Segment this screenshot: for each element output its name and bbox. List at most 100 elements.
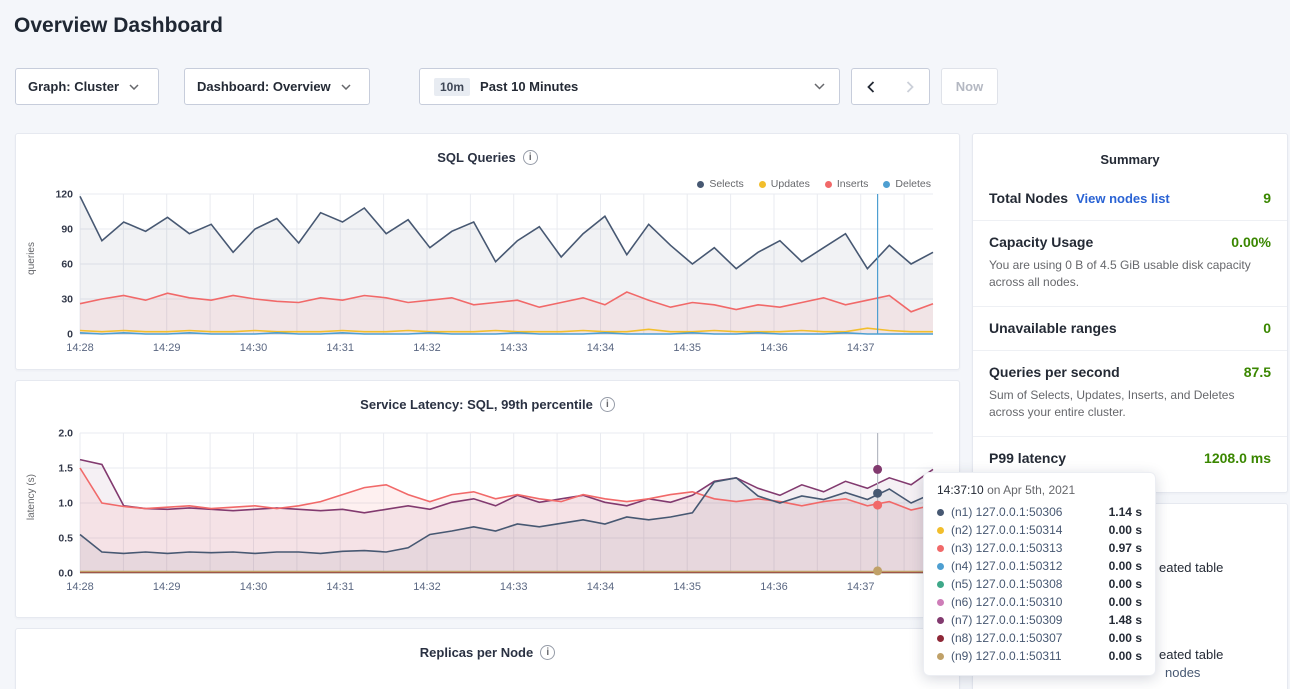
view-nodes-link[interactable]: View nodes list [1076, 191, 1170, 206]
node-latency-value: 1.48 s [1109, 613, 1142, 627]
node-latency-value: 0.97 s [1109, 541, 1142, 555]
unavailable-ranges-value: 0 [1263, 320, 1271, 336]
svg-text:14:34: 14:34 [587, 342, 615, 354]
svg-text:14:37: 14:37 [847, 342, 875, 354]
chart-hover-tooltip: 14:37:10 on Apr 5th, 2021 (n1) 127.0.0.1… [923, 472, 1156, 676]
sql-queries-chart-card: SQL Queries SelectsUpdatesInsertsDeletes… [15, 133, 960, 370]
event-item-fragment: nodes [1165, 665, 1200, 680]
capacity-usage-label: Capacity Usage [989, 234, 1093, 250]
summary-queries-per-second: Queries per second 87.5 Sum of Selects, … [973, 351, 1287, 437]
tooltip-node-row: (n1) 127.0.0.1:50306 1.14 s [937, 503, 1142, 521]
node-latency-value: 1.14 s [1109, 505, 1142, 519]
node-address: (n2) 127.0.0.1:50314 [951, 523, 1062, 537]
svg-text:14:37: 14:37 [847, 581, 875, 593]
summary-panel: Summary Total Nodes View nodes list 9 Ca… [972, 133, 1288, 493]
tooltip-date: on Apr 5th, 2021 [987, 483, 1075, 497]
qps-desc: Sum of Selects, Updates, Inserts, and De… [989, 387, 1271, 422]
graph-dropdown-label: Graph: Cluster [28, 79, 119, 94]
capacity-usage-value: 0.00% [1231, 234, 1271, 250]
info-icon[interactable] [600, 397, 615, 412]
summary-total-nodes: Total Nodes View nodes list 9 [973, 177, 1287, 221]
chevron-down-icon [341, 84, 351, 90]
chart-title: Service Latency: SQL, 99th percentile [360, 397, 593, 412]
node-address: (n4) 127.0.0.1:50312 [951, 559, 1062, 573]
p99-latency-value: 1208.0 ms [1204, 450, 1271, 466]
tooltip-node-row: (n2) 127.0.0.1:50314 0.00 s [937, 521, 1142, 539]
tooltip-rows: (n1) 127.0.0.1:50306 1.14 s (n2) 127.0.0.1… [937, 503, 1142, 665]
svg-text:90: 90 [61, 224, 73, 236]
svg-text:14:34: 14:34 [587, 581, 615, 593]
page-title: Overview Dashboard [14, 14, 223, 38]
info-icon[interactable] [523, 150, 538, 165]
node-address: (n8) 127.0.0.1:50307 [951, 631, 1062, 645]
svg-text:1.0: 1.0 [58, 498, 73, 510]
summary-title: Summary [973, 134, 1287, 177]
summary-unavailable-ranges: Unavailable ranges 0 [973, 307, 1287, 351]
svg-text:14:31: 14:31 [326, 342, 354, 354]
graph-dropdown[interactable]: Graph: Cluster [15, 68, 159, 105]
node-address: (n3) 127.0.0.1:50313 [951, 541, 1062, 555]
svg-text:14:35: 14:35 [673, 342, 701, 354]
node-address: (n1) 127.0.0.1:50306 [951, 505, 1062, 519]
svg-text:14:32: 14:32 [413, 342, 441, 354]
unavailable-ranges-label: Unavailable ranges [989, 320, 1117, 336]
overview-dashboard-page: Overview Dashboard Graph: Cluster Dashbo… [0, 0, 1290, 689]
svg-text:30: 30 [61, 294, 73, 306]
event-item-fragment: eated table [1159, 560, 1223, 575]
tooltip-time: 14:37:10 [937, 483, 984, 497]
chevron-down-icon [814, 83, 825, 90]
sql-queries-chart[interactable]: 030609012014:2814:2914:3014:3114:3214:33… [30, 188, 945, 364]
info-icon[interactable] [540, 645, 555, 660]
node-color-dot-icon [937, 653, 944, 660]
now-button[interactable]: Now [941, 68, 998, 105]
node-latency-value: 0.00 s [1109, 631, 1142, 645]
p99-latency-label: P99 latency [989, 450, 1066, 466]
svg-text:120: 120 [55, 189, 73, 201]
summary-capacity-usage: Capacity Usage 0.00% You are using 0 B o… [973, 221, 1287, 307]
node-color-dot-icon [937, 581, 944, 588]
chevron-down-icon [129, 84, 139, 90]
tooltip-node-row: (n3) 127.0.0.1:50313 0.97 s [937, 539, 1142, 557]
node-color-dot-icon [937, 527, 944, 534]
svg-text:14:33: 14:33 [500, 581, 528, 593]
svg-text:1.5: 1.5 [58, 463, 73, 475]
replicas-per-node-chart-card: Replicas per Node [15, 628, 960, 689]
service-latency-chart[interactable]: 0.00.51.01.52.014:2814:2914:3014:3114:32… [30, 427, 945, 603]
node-color-dot-icon [937, 563, 944, 570]
tooltip-node-row: (n6) 127.0.0.1:503100.00 s [937, 593, 1142, 611]
svg-text:14:28: 14:28 [66, 581, 94, 593]
svg-text:0: 0 [67, 329, 73, 341]
node-address: (n7) 127.0.0.1:50309 [951, 613, 1062, 627]
svg-text:14:36: 14:36 [760, 581, 788, 593]
node-latency-value: 0.00 s [1109, 577, 1142, 591]
chart-title: SQL Queries [437, 150, 516, 165]
legend-dot-icon [697, 181, 704, 188]
node-color-dot-icon [937, 545, 944, 552]
time-range-label: Past 10 Minutes [480, 79, 578, 94]
time-prev-button[interactable] [851, 68, 891, 105]
node-color-dot-icon [937, 635, 944, 642]
svg-text:0.5: 0.5 [58, 533, 73, 545]
chart-title: Replicas per Node [420, 645, 533, 660]
svg-text:2.0: 2.0 [58, 428, 73, 440]
total-nodes-value: 9 [1263, 190, 1271, 206]
svg-text:14:29: 14:29 [153, 581, 181, 593]
time-next-button[interactable] [890, 68, 930, 105]
svg-text:14:30: 14:30 [240, 581, 268, 593]
svg-text:14:29: 14:29 [153, 342, 181, 354]
legend-dot-icon [759, 181, 766, 188]
tooltip-node-row: (n4) 127.0.0.1:50312 0.00 s [937, 557, 1142, 575]
node-latency-value: 0.00 s [1109, 523, 1142, 537]
legend-dot-icon [883, 181, 890, 188]
legend-dot-icon [825, 181, 832, 188]
dashboard-dropdown[interactable]: Dashboard: Overview [184, 68, 370, 105]
time-range-dropdown[interactable]: 10m Past 10 Minutes [419, 68, 840, 105]
node-latency-value: 0.00 s [1109, 649, 1142, 663]
node-color-dot-icon [937, 617, 944, 624]
node-latency-value: 0.00 s [1109, 559, 1142, 573]
node-address: (n6) 127.0.0.1:50310 [951, 595, 1062, 609]
tooltip-node-row: (n5) 127.0.0.1:503080.00 s [937, 575, 1142, 593]
svg-text:14:33: 14:33 [500, 342, 528, 354]
svg-text:14:36: 14:36 [760, 342, 788, 354]
tooltip-node-row: (n7) 127.0.0.1:50309 1.48 s [937, 611, 1142, 629]
